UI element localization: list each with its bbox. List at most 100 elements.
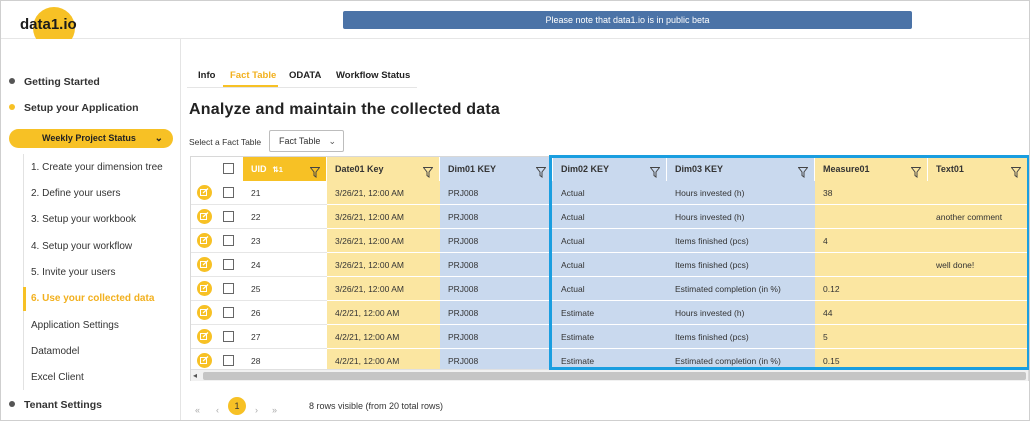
sidebar-item-setup-workflow[interactable]: 4. Setup your workflow [31, 241, 132, 252]
column-header-label[interactable]: Dim02 KEY [561, 164, 609, 174]
cell-dim03[interactable]: Hours invested (h) [667, 181, 815, 205]
cell-text01[interactable]: another comment [928, 205, 1028, 229]
filter-icon[interactable] [1010, 163, 1022, 178]
row-checkbox[interactable] [223, 259, 234, 270]
sidebar-item-excel-client[interactable]: Excel Client [31, 372, 84, 383]
edit-icon[interactable] [197, 185, 212, 200]
cell-date01[interactable]: 3/26/21, 12:00 AM [327, 229, 440, 253]
cell-dim03[interactable]: Estimated completion (in %) [667, 277, 815, 301]
cell-measure01[interactable] [815, 205, 928, 229]
cell-text01[interactable] [928, 277, 1028, 301]
cell-dim02[interactable]: Estimate [553, 301, 667, 325]
cell-dim02[interactable]: Actual [553, 229, 667, 253]
fact-table-select[interactable]: Fact Table ⌄ [269, 130, 344, 152]
cell-text01[interactable]: well done! [928, 253, 1028, 277]
row-checkbox[interactable] [223, 235, 234, 246]
cell-date01[interactable]: 3/26/21, 12:00 AM [327, 277, 440, 301]
cell-dim03[interactable]: Hours invested (h) [667, 205, 815, 229]
cell-text01[interactable] [928, 229, 1028, 253]
sidebar-item-datamodel[interactable]: Datamodel [31, 346, 79, 357]
pager-first-icon[interactable]: « [195, 405, 200, 415]
cell-text01[interactable] [928, 301, 1028, 325]
cell-date01[interactable]: 3/26/21, 12:00 AM [327, 205, 440, 229]
cell-uid[interactable]: 25 [243, 277, 327, 301]
pager-prev-icon[interactable]: ‹ [216, 405, 219, 415]
column-header-label[interactable]: UID [251, 164, 267, 174]
row-checkbox[interactable] [223, 211, 234, 222]
scroll-left-icon[interactable]: ◂ [193, 370, 197, 382]
filter-icon[interactable] [649, 163, 661, 178]
scrollbar-thumb[interactable] [203, 372, 1026, 380]
tab-odata[interactable]: ODATA [289, 70, 321, 81]
sidebar-item-collected-data[interactable]: 6. Use your collected data [31, 293, 154, 304]
cell-dim02[interactable]: Actual [553, 181, 667, 205]
sidebar-item-setup-workbook[interactable]: 3. Setup your workbook [31, 214, 136, 225]
filter-icon[interactable] [422, 163, 434, 178]
cell-uid[interactable]: 22 [243, 205, 327, 229]
filter-icon[interactable] [535, 163, 547, 178]
cell-measure01[interactable]: 5 [815, 325, 928, 349]
cell-measure01[interactable]: 0.12 [815, 277, 928, 301]
row-checkbox[interactable] [223, 355, 234, 366]
row-checkbox[interactable] [223, 331, 234, 342]
sidebar-item-invite-users[interactable]: 5. Invite your users [31, 267, 115, 278]
column-header-label[interactable]: Dim03 KEY [675, 164, 723, 174]
sort-icon[interactable]: ⇅1 [273, 165, 283, 174]
sidebar-item-application-settings[interactable]: Application Settings [31, 320, 119, 331]
cell-uid[interactable]: 24 [243, 253, 327, 277]
cell-dim01[interactable]: PRJ008 [440, 229, 553, 253]
cell-dim01[interactable]: PRJ008 [440, 301, 553, 325]
pager-current-page[interactable]: 1 [228, 397, 246, 415]
cell-dim02[interactable]: Estimate [553, 325, 667, 349]
column-header-label[interactable]: Measure01 [823, 164, 870, 174]
horizontal-scrollbar[interactable]: ◂ [191, 369, 1028, 381]
cell-dim02[interactable]: Actual [553, 253, 667, 277]
cell-dim03[interactable]: Hours invested (h) [667, 301, 815, 325]
cell-measure01[interactable]: 4 [815, 229, 928, 253]
cell-uid[interactable]: 27 [243, 325, 327, 349]
tab-fact-table[interactable]: Fact Table [230, 70, 276, 81]
cell-dim03[interactable]: Items finished (pcs) [667, 253, 815, 277]
select-all-checkbox[interactable] [223, 163, 234, 174]
cell-text01[interactable] [928, 181, 1028, 205]
row-checkbox[interactable] [223, 307, 234, 318]
cell-uid[interactable]: 21 [243, 181, 327, 205]
sidebar-section-getting-started[interactable]: Getting Started [9, 76, 100, 88]
cell-date01[interactable]: 3/26/21, 12:00 AM [327, 181, 440, 205]
cell-dim01[interactable]: PRJ008 [440, 325, 553, 349]
cell-measure01[interactable] [815, 253, 928, 277]
cell-dim01[interactable]: PRJ008 [440, 253, 553, 277]
edit-icon[interactable] [197, 305, 212, 320]
filter-icon[interactable] [797, 163, 809, 178]
edit-icon[interactable] [197, 353, 212, 368]
cell-dim02[interactable]: Actual [553, 205, 667, 229]
pager-last-icon[interactable]: » [272, 405, 277, 415]
tab-workflow-status[interactable]: Workflow Status [336, 70, 410, 81]
row-checkbox[interactable] [223, 283, 234, 294]
edit-icon[interactable] [197, 209, 212, 224]
logo[interactable]: data1.io [20, 16, 77, 33]
cell-date01[interactable]: 3/26/21, 12:00 AM [327, 253, 440, 277]
edit-icon[interactable] [197, 257, 212, 272]
edit-icon[interactable] [197, 281, 212, 296]
cell-dim01[interactable]: PRJ008 [440, 277, 553, 301]
edit-icon[interactable] [197, 329, 212, 344]
filter-icon[interactable] [309, 163, 321, 178]
cell-dim03[interactable]: Items finished (pcs) [667, 229, 815, 253]
cell-text01[interactable] [928, 325, 1028, 349]
cell-dim01[interactable]: PRJ008 [440, 205, 553, 229]
column-header-label[interactable]: Dim01 KEY [448, 164, 496, 174]
project-selector-button[interactable]: Weekly Project Status ⌄ [9, 129, 173, 148]
pager-next-icon[interactable]: › [255, 405, 258, 415]
filter-icon[interactable] [910, 163, 922, 178]
sidebar-item-define-users[interactable]: 2. Define your users [31, 188, 121, 199]
cell-dim03[interactable]: Items finished (pcs) [667, 325, 815, 349]
column-header-label[interactable]: Date01 Key [335, 164, 384, 174]
column-header-label[interactable]: Text01 [936, 164, 964, 174]
cell-measure01[interactable]: 44 [815, 301, 928, 325]
row-checkbox[interactable] [223, 187, 234, 198]
sidebar-section-setup-application[interactable]: Setup your Application [9, 102, 139, 114]
tab-info[interactable]: Info [198, 70, 215, 81]
sidebar-section-tenant-settings[interactable]: Tenant Settings [9, 399, 102, 411]
cell-dim02[interactable]: Actual [553, 277, 667, 301]
